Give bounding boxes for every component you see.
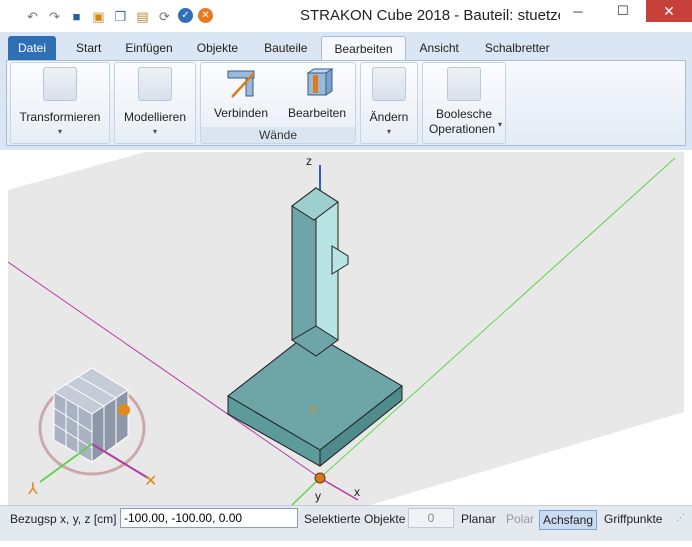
tab-start[interactable]: Start: [56, 36, 113, 60]
boolesche-label: Boolesche: [435, 107, 493, 121]
tab-bearbeiten[interactable]: Bearbeiten: [321, 36, 406, 62]
axis-label-x: x: [354, 485, 360, 499]
selected-objects-label: Selektierte Objekte: [304, 512, 406, 526]
axis-label-z: z: [306, 154, 312, 168]
transformieren-button[interactable]: Transformieren ▾: [11, 67, 109, 136]
undo-icon[interactable]: ↶: [24, 8, 41, 25]
aendern-button[interactable]: Ändern ▾: [361, 67, 417, 136]
group-waende: Verbinden Bearbeiten Wände: [200, 62, 356, 144]
planar-toggle[interactable]: Planar: [461, 506, 496, 541]
group-modellieren: Modellieren ▾: [114, 62, 196, 144]
status-bar: Bezugsp x, y, z [cm] Selektierte Objekte…: [0, 505, 692, 541]
3d-viewport[interactable]: + z y x ✕ ⅄: [8, 152, 684, 505]
tab-ansicht[interactable]: Ansicht: [406, 36, 473, 60]
save-icon[interactable]: ■: [68, 8, 85, 25]
close-button[interactable]: ✕: [646, 0, 692, 22]
paste-icon[interactable]: ▤: [134, 8, 151, 25]
griffpunkte-toggle[interactable]: Griffpunkte: [604, 506, 662, 541]
transformieren-icon: [43, 67, 77, 101]
tab-schalbretter[interactable]: Schalbretter: [473, 36, 562, 60]
origin-point[interactable]: [314, 472, 326, 484]
group-label-waende: Wände: [201, 127, 355, 143]
verbinden-icon: [227, 70, 255, 98]
polar-toggle[interactable]: Polar: [506, 506, 534, 541]
achsfang-toggle[interactable]: Achsfang: [539, 510, 598, 530]
refresh-icon[interactable]: ⟳: [156, 8, 173, 25]
verbinden-label: Verbinden: [213, 106, 269, 120]
ribbon-tabs: Datei Start Einfügen Objekte Bauteile Be…: [8, 34, 562, 62]
window-title: STRAKON Cube 2018 - Bauteil: stuetze.smc: [300, 7, 560, 24]
bezugsp-label: Bezugsp x, y, z [cm]: [10, 512, 117, 526]
operationen-label: Operationen: [428, 122, 496, 136]
ribbon: Datei Start Einfügen Objekte Bauteile Be…: [0, 32, 692, 150]
chevron-down-icon: ▾: [57, 127, 62, 136]
wall-edit-icon: [306, 68, 334, 96]
tab-objekte[interactable]: Objekte: [185, 36, 250, 60]
check-icon[interactable]: ✓: [178, 8, 193, 23]
chevron-down-icon: ▾: [152, 127, 157, 136]
tab-datei[interactable]: Datei: [8, 36, 57, 60]
modellieren-icon: [138, 67, 172, 101]
group-transformieren: Transformieren ▾: [10, 62, 110, 144]
svg-text:✕: ✕: [144, 473, 157, 490]
verbinden-button[interactable]: Verbinden: [205, 67, 277, 121]
tab-bauteile[interactable]: Bauteile: [250, 36, 321, 60]
aendern-icon: [372, 67, 406, 101]
boolesche-operationen-button[interactable]: Boolesche Operationen ▾: [423, 67, 505, 138]
axis-label-y: y: [315, 489, 321, 503]
minimize-button[interactable]: ─: [556, 0, 600, 22]
selected-objects-count: 0: [408, 508, 454, 528]
scene-canvas[interactable]: + z y x ✕ ⅄: [8, 152, 684, 505]
group-aendern: Ändern ▾: [360, 62, 418, 144]
modellieren-button[interactable]: Modellieren ▾: [115, 67, 195, 136]
resize-grip-icon[interactable]: ⋰: [676, 512, 685, 547]
title-bar: ↶ ↷ ■ ▣ ❐ ▤ ⟳ ✓ ✕ STRAKON Cube 2018 - Ba…: [0, 0, 692, 33]
svg-text:⅄: ⅄: [27, 481, 38, 498]
copy-icon[interactable]: ❐: [112, 8, 129, 25]
save-as-icon[interactable]: ▣: [90, 8, 107, 25]
chevron-down-icon: ▾: [498, 120, 503, 129]
aendern-label: Ändern: [369, 110, 409, 124]
waende-bearbeiten-button[interactable]: Bearbeiten: [281, 67, 353, 121]
floor-plane: [8, 152, 684, 505]
quick-access-toolbar: ↶ ↷ ■ ▣ ❐ ▤ ⟳ ✓ ✕: [24, 8, 213, 25]
bearbeiten-label: Bearbeiten: [287, 106, 347, 120]
cancel-icon[interactable]: ✕: [198, 8, 213, 23]
group-boolesche: Boolesche Operationen ▾: [422, 62, 506, 144]
maximize-button[interactable]: ☐: [601, 0, 645, 22]
chevron-down-icon: ▾: [386, 127, 391, 136]
tab-einfuegen[interactable]: Einfügen: [113, 36, 184, 60]
modellieren-label: Modellieren: [123, 110, 187, 124]
boolean-icon: [447, 67, 481, 101]
transformieren-label: Transformieren: [19, 110, 101, 124]
bezugsp-input[interactable]: [120, 508, 298, 528]
redo-icon[interactable]: ↷: [46, 8, 63, 25]
center-crosshair-icon: +: [309, 401, 317, 417]
